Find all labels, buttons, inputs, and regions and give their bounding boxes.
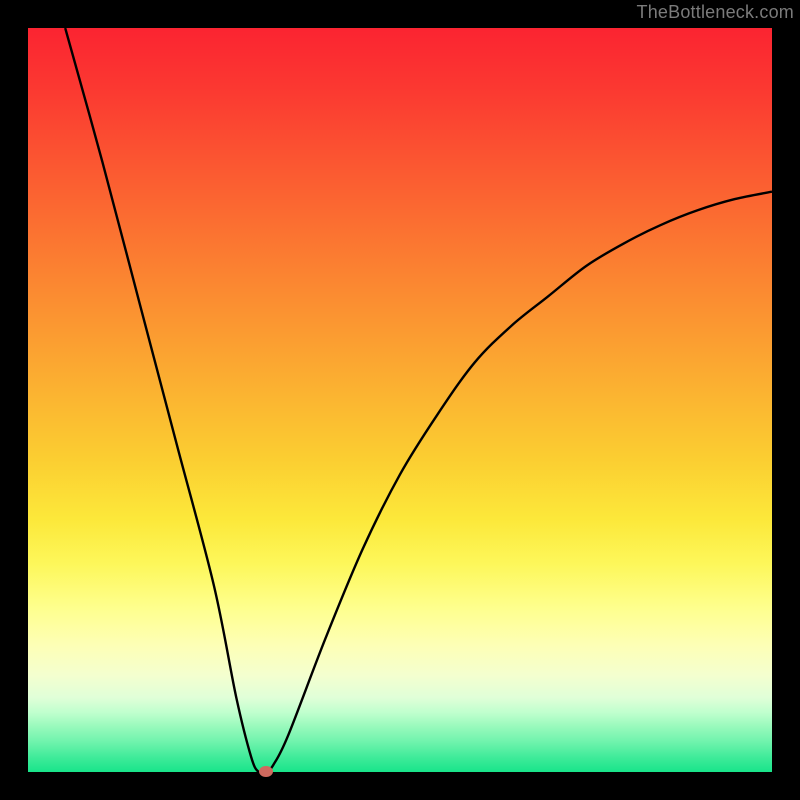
- bottleneck-curve: [28, 28, 772, 772]
- chart-frame: TheBottleneck.com: [0, 0, 800, 800]
- plot-area: [28, 28, 772, 772]
- watermark-text: TheBottleneck.com: [637, 2, 794, 23]
- optimal-point-marker: [259, 766, 273, 777]
